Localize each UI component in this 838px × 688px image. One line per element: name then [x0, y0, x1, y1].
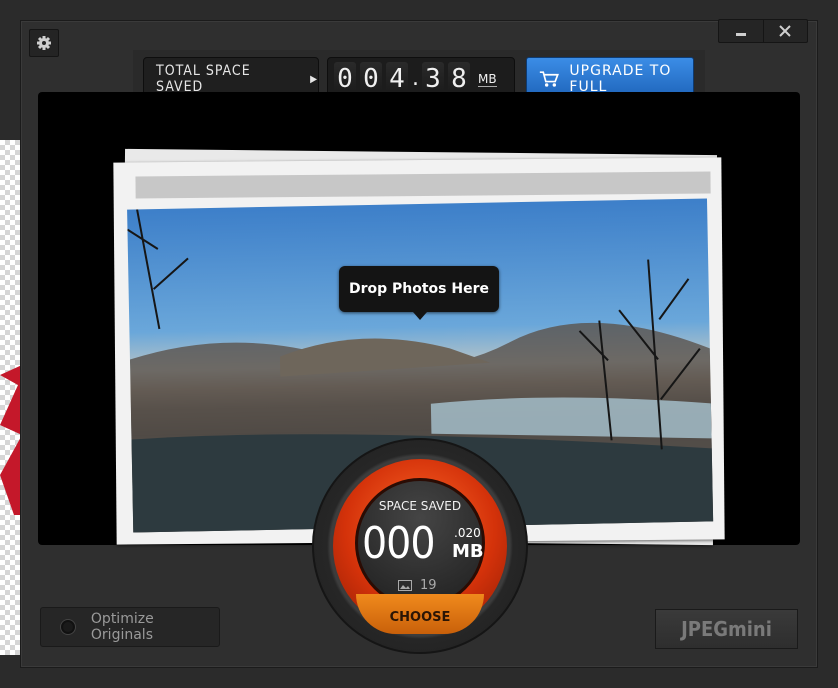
counter-digit: 3 [422, 62, 444, 96]
optimize-originals-toggle[interactable]: Optimize Originals [40, 607, 220, 647]
space-saved-unit: MB [452, 541, 484, 562]
upgrade-label: UPGRADE TO FULL [569, 63, 672, 95]
space-saved-label: SPACE SAVED [378, 499, 462, 513]
close-button[interactable] [764, 20, 808, 42]
photo-count-value: 19 [420, 578, 437, 593]
optimize-radio[interactable] [61, 620, 75, 634]
image-icon [398, 580, 412, 591]
space-saved-decimal: .020 [454, 526, 481, 540]
counter-digit: 8 [448, 62, 470, 96]
gear-icon [37, 36, 51, 50]
counter-unit: MB [478, 71, 497, 87]
photo-count: 19 [398, 578, 437, 593]
minimize-icon [735, 33, 746, 36]
close-icon [779, 25, 791, 37]
drop-photos-tooltip: Drop Photos Here [339, 266, 499, 320]
cart-icon [539, 71, 559, 87]
jpegmini-logo: JPEGmini [655, 609, 798, 649]
optimize-originals-label: Optimize Originals [90, 611, 154, 643]
counter-decimal-point: . [412, 66, 419, 91]
photo-frame-band [135, 171, 711, 199]
counter-digit: 4 [386, 62, 408, 96]
minimize-button[interactable] [719, 20, 764, 42]
total-space-saved-label: TOTAL SPACE SAVED [156, 63, 251, 95]
space-saved-value: 000 [362, 518, 436, 569]
counter-digit: 0 [334, 62, 356, 96]
play-icon: ▶ [310, 73, 318, 85]
background-graphic [0, 365, 22, 515]
settings-button[interactable] [29, 29, 59, 57]
choose-button[interactable]: CHOOSE [356, 594, 484, 634]
window-controls [718, 19, 808, 43]
counter-digit: 0 [360, 62, 382, 96]
